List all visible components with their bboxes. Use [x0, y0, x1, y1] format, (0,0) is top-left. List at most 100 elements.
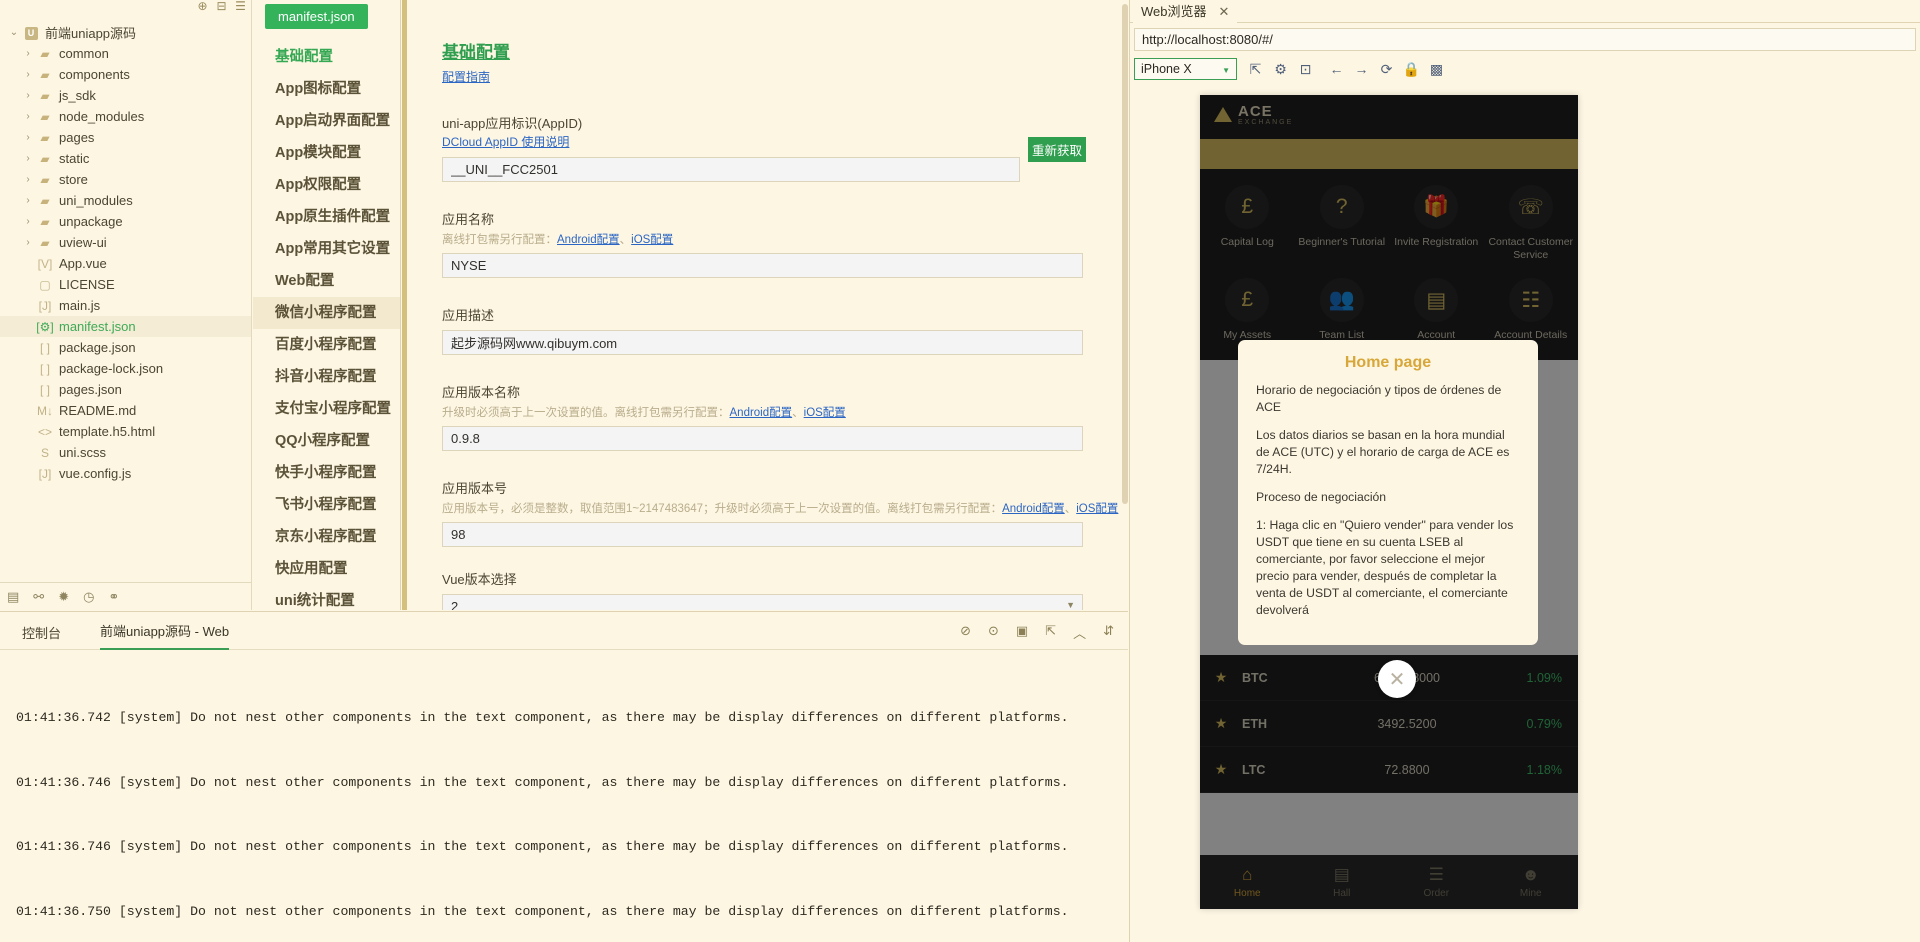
link-icon[interactable]: ⚭ — [108, 589, 119, 605]
device-select[interactable]: iPhone X — [1134, 58, 1237, 80]
tree-item-uview-ui[interactable]: › ▰ uview-ui — [0, 232, 251, 253]
app-version-code-input[interactable] — [442, 522, 1083, 547]
close-icon[interactable]: ✕ — [1219, 0, 1230, 23]
tree-item-js-sdk[interactable]: › ▰ js_sdk — [0, 85, 251, 106]
app-name-input[interactable] — [442, 253, 1083, 278]
nav-item-app-native-plugin-config[interactable]: App原生插件配置 — [253, 201, 400, 233]
tree-item-vue-config-js[interactable]: [J] vue.config.js — [0, 463, 251, 484]
nav-item-alipay-miniprogram-config[interactable]: 支付宝小程序配置 — [253, 393, 400, 425]
nav-item-weixin-miniprogram-config[interactable]: 微信小程序配置 — [253, 297, 400, 329]
tree-item-template-h5-html[interactable]: <> template.h5.html — [0, 421, 251, 442]
tree-item-app-vue[interactable]: [V] App.vue — [0, 253, 251, 274]
page-title: 基础配置 — [442, 38, 1129, 63]
url-input[interactable]: http://localhost:8080/#/ — [1134, 28, 1916, 51]
android-config-link[interactable]: Android配置 — [1002, 503, 1065, 515]
play-icon[interactable]: ⊙ — [988, 623, 999, 642]
sort-icon[interactable]: ⇵ — [1103, 623, 1114, 642]
nav-item-jd-miniprogram-config[interactable]: 京东小程序配置 — [253, 521, 400, 553]
collapse-icon[interactable]: ⊟ — [215, 0, 228, 13]
appid-input[interactable] — [442, 157, 1020, 182]
tree-item-node-modules[interactable]: › ▰ node_modules — [0, 106, 251, 127]
ios-config-link[interactable]: iOS配置 — [631, 234, 673, 246]
tree-item-readme-md[interactable]: M↓ README.md — [0, 400, 251, 421]
nav-item-baidu-miniprogram-config[interactable]: 百度小程序配置 — [253, 329, 400, 361]
tree-item-static[interactable]: › ▰ static — [0, 148, 251, 169]
lock-icon[interactable]: 🔒 — [1399, 57, 1424, 81]
app-description-input[interactable] — [442, 330, 1083, 355]
nav-item-app-module-config[interactable]: App模块配置 — [253, 137, 400, 169]
nav-item-feishu-miniprogram-config[interactable]: 飞书小程序配置 — [253, 489, 400, 521]
nav-item-quickapp-config[interactable]: 快应用配置 — [253, 553, 400, 585]
screenshot-icon[interactable]: ⊡ — [1293, 57, 1318, 81]
refresh-appid-button[interactable]: 重新获取 — [1028, 137, 1086, 162]
config-guide-link[interactable]: 配置指南 — [442, 68, 490, 85]
menu-icon[interactable]: ☰ — [234, 0, 247, 13]
bug-icon[interactable]: ✹ — [58, 589, 69, 605]
chevron-right-icon[interactable]: › — [20, 237, 36, 248]
nav-item-qq-miniprogram-config[interactable]: QQ小程序配置 — [253, 425, 400, 457]
chevron-right-icon[interactable]: › — [20, 132, 36, 143]
tree-item-components[interactable]: › ▰ components — [0, 64, 251, 85]
android-config-link[interactable]: Android配置 — [557, 234, 620, 246]
warning-icon[interactable]: ⊘ — [960, 623, 971, 642]
nav-item-web-config[interactable]: Web配置 — [253, 265, 400, 297]
tree-item-unpackage[interactable]: › ▰ unpackage — [0, 211, 251, 232]
browser-tab[interactable]: Web浏览器 ✕ — [1133, 0, 1237, 23]
modal-close-button[interactable]: ✕ — [1378, 660, 1416, 698]
tree-project-root[interactable]: ⌄ U 前端uniapp源码 — [0, 22, 251, 43]
chevron-right-icon[interactable]: › — [20, 111, 36, 122]
console-tab-web[interactable]: 前端uniapp源码 - Web — [100, 621, 229, 650]
field-label: 应用名称 — [442, 209, 1129, 228]
scrollbar-thumb[interactable] — [1122, 4, 1128, 504]
export-icon[interactable]: ⇱ — [1045, 623, 1056, 642]
stop-icon[interactable]: ▣ — [1016, 623, 1028, 642]
tree-item-package-lock-json[interactable]: [ ] package-lock.json — [0, 358, 251, 379]
gear-icon[interactable]: ⚙ — [1268, 57, 1293, 81]
form-scrollbar[interactable] — [1121, 0, 1129, 610]
chevron-right-icon[interactable]: › — [20, 174, 36, 185]
nav-item-app-permission-config[interactable]: App权限配置 — [253, 169, 400, 201]
android-config-link[interactable]: Android配置 — [730, 407, 793, 419]
tree-item-common[interactable]: › ▰ common — [0, 43, 251, 64]
back-icon[interactable]: ← — [1324, 57, 1349, 81]
tree-item-manifest-json[interactable]: [⚙] manifest.json — [0, 316, 251, 337]
forward-icon[interactable]: → — [1349, 57, 1374, 81]
qrcode-icon[interactable]: ▩ — [1424, 57, 1449, 81]
tree-item-pages[interactable]: › ▰ pages — [0, 127, 251, 148]
collapse-up-icon[interactable]: ︿ — [1073, 623, 1086, 642]
add-icon[interactable]: ⊕ — [196, 0, 209, 13]
nav-item-app-other-settings[interactable]: App常用其它设置 — [253, 233, 400, 265]
chevron-right-icon[interactable]: › — [20, 90, 36, 101]
tree-item-uni-scss[interactable]: S uni.scss — [0, 442, 251, 463]
chevron-right-icon[interactable]: › — [20, 153, 36, 164]
tree-item-store[interactable]: › ▰ store — [0, 169, 251, 190]
chevron-right-icon[interactable]: › — [20, 69, 36, 80]
chevron-right-icon[interactable]: › — [20, 48, 36, 59]
tree-item-package-json[interactable]: [ ] package.json — [0, 337, 251, 358]
clock-icon[interactable]: ◷ — [83, 589, 94, 605]
nav-item-douyin-miniprogram-config[interactable]: 抖音小程序配置 — [253, 361, 400, 393]
git-icon[interactable]: ⚯ — [33, 589, 44, 605]
nav-item-basic-config[interactable]: 基础配置 — [253, 41, 400, 73]
chevron-right-icon[interactable]: › — [20, 195, 36, 206]
inspect-icon[interactable]: ⇱ — [1243, 57, 1268, 81]
nav-item-app-splash-config[interactable]: App启动界面配置 — [253, 105, 400, 137]
chevron-down-icon[interactable]: ⌄ — [6, 27, 22, 38]
nav-item-app-icon-config[interactable]: App图标配置 — [253, 73, 400, 105]
tab-manifest-json[interactable]: manifest.json — [265, 4, 368, 29]
app-version-name-input[interactable] — [442, 426, 1083, 451]
tree-item-pages-json[interactable]: [ ] pages.json — [0, 379, 251, 400]
tree-item-main-js[interactable]: [J] main.js — [0, 295, 251, 316]
ios-config-link[interactable]: iOS配置 — [1076, 503, 1118, 515]
files-icon[interactable]: ▤ — [7, 589, 19, 605]
nav-item-uni-statistics-config[interactable]: uni统计配置 — [253, 585, 400, 610]
nav-item-kuaishou-miniprogram-config[interactable]: 快手小程序配置 — [253, 457, 400, 489]
vue-version-select[interactable]: 2 — [442, 594, 1083, 610]
ios-config-link[interactable]: iOS配置 — [804, 407, 846, 419]
reload-icon[interactable]: ⟳ — [1374, 57, 1399, 81]
folder-icon: ▰ — [36, 194, 54, 208]
tree-item-license[interactable]: ▢ LICENSE — [0, 274, 251, 295]
dcloud-appid-help-link[interactable]: DCloud AppID 使用说明 — [442, 133, 569, 150]
chevron-right-icon[interactable]: › — [20, 216, 36, 227]
tree-item-uni-modules[interactable]: › ▰ uni_modules — [0, 190, 251, 211]
